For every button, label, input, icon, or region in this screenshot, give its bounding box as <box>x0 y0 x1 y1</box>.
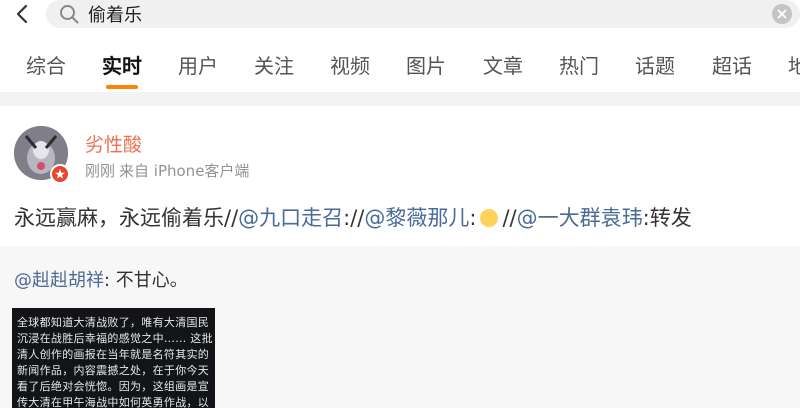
image-text-line: 传大清在甲午海战中如何英勇作战，以 <box>17 396 210 408</box>
post-meta: 刚刚 来自 iPhone客户端 <box>85 160 253 181</box>
verified-badge-icon <box>50 164 70 184</box>
separator-text: // <box>502 206 517 230</box>
post-time: 刚刚 <box>85 162 116 180</box>
separator-text: : <box>469 206 477 230</box>
tab-bar: 综合 实时 用户 关注 视频 图片 文章 热门 话题 超话 地 <box>0 30 800 92</box>
top-bar <box>0 0 800 30</box>
repost-body: : 不甘心。 <box>104 270 188 291</box>
repost-text: @赳赳胡祥: 不甘心。 <box>14 266 188 292</box>
emoji-icon <box>480 209 499 227</box>
search-bar[interactable] <box>46 0 800 28</box>
tab-following[interactable]: 关注 <box>254 50 294 79</box>
active-tab-indicator <box>106 85 138 89</box>
mention-link[interactable]: @黎薇那儿 <box>364 206 469 230</box>
image-text-line: 新闻作品，内容震撼之处，在于你今天 <box>17 364 210 377</box>
reposted-content[interactable]: @赳赳胡祥: 不甘心。 全球都知道大清战败了，唯有大清国民 沉浸在战胜后幸福的感… <box>0 246 800 408</box>
image-text-line: 看了后绝对会恍惚。因为，这组画是宣 <box>17 380 210 393</box>
clear-icon[interactable] <box>772 4 792 24</box>
post-card[interactable]: 劣性酸 刚刚 来自 iPhone客户端 永远赢麻，永远偷着乐//@九口走召://@… <box>0 106 800 246</box>
tab-realtime[interactable]: 实时 <box>102 50 142 79</box>
image-text-line: 清人创作的画报在当年就是名符其实的 <box>17 348 210 361</box>
post-text-after: :转发 <box>642 206 692 230</box>
post-text: 永远赢麻，永远偷着乐//@九口走召://@黎薇那儿://@一大群袁玮:转发 <box>14 202 692 232</box>
tab-hot[interactable]: 热门 <box>559 50 599 79</box>
post-username[interactable]: 劣性酸 <box>85 130 142 157</box>
tab-video[interactable]: 视频 <box>330 50 370 79</box>
search-input[interactable] <box>88 2 748 26</box>
tab-location[interactable]: 地 <box>788 50 800 79</box>
back-arrow-icon[interactable] <box>12 3 34 25</box>
repost-image[interactable]: 全球都知道大清战败了，唯有大清国民 沉浸在战胜后幸福的感觉之中…… 这批 清人创… <box>12 308 215 408</box>
separator-text: :// <box>343 206 365 230</box>
tab-images[interactable]: 图片 <box>406 50 446 79</box>
mention-link[interactable]: @一大群袁玮 <box>517 206 643 230</box>
tab-supertopic[interactable]: 超话 <box>712 50 752 79</box>
repost-mention-link[interactable]: @赳赳胡祥 <box>14 270 104 291</box>
image-text-line: 沉浸在战胜后幸福的感觉之中…… 这批 <box>17 332 213 345</box>
tab-articles[interactable]: 文章 <box>483 50 523 79</box>
mention-link[interactable]: @九口走召 <box>238 206 343 230</box>
image-text-line: 全球都知道大清战败了，唯有大清国民 <box>17 316 210 329</box>
search-icon <box>58 3 80 25</box>
tab-comprehensive[interactable]: 综合 <box>26 50 66 79</box>
post-source: 来自 iPhone客户端 <box>119 162 250 180</box>
tab-users[interactable]: 用户 <box>178 50 218 79</box>
post-text-before: 永远赢麻，永远偷着乐// <box>14 206 239 230</box>
tab-topics[interactable]: 话题 <box>635 50 675 79</box>
